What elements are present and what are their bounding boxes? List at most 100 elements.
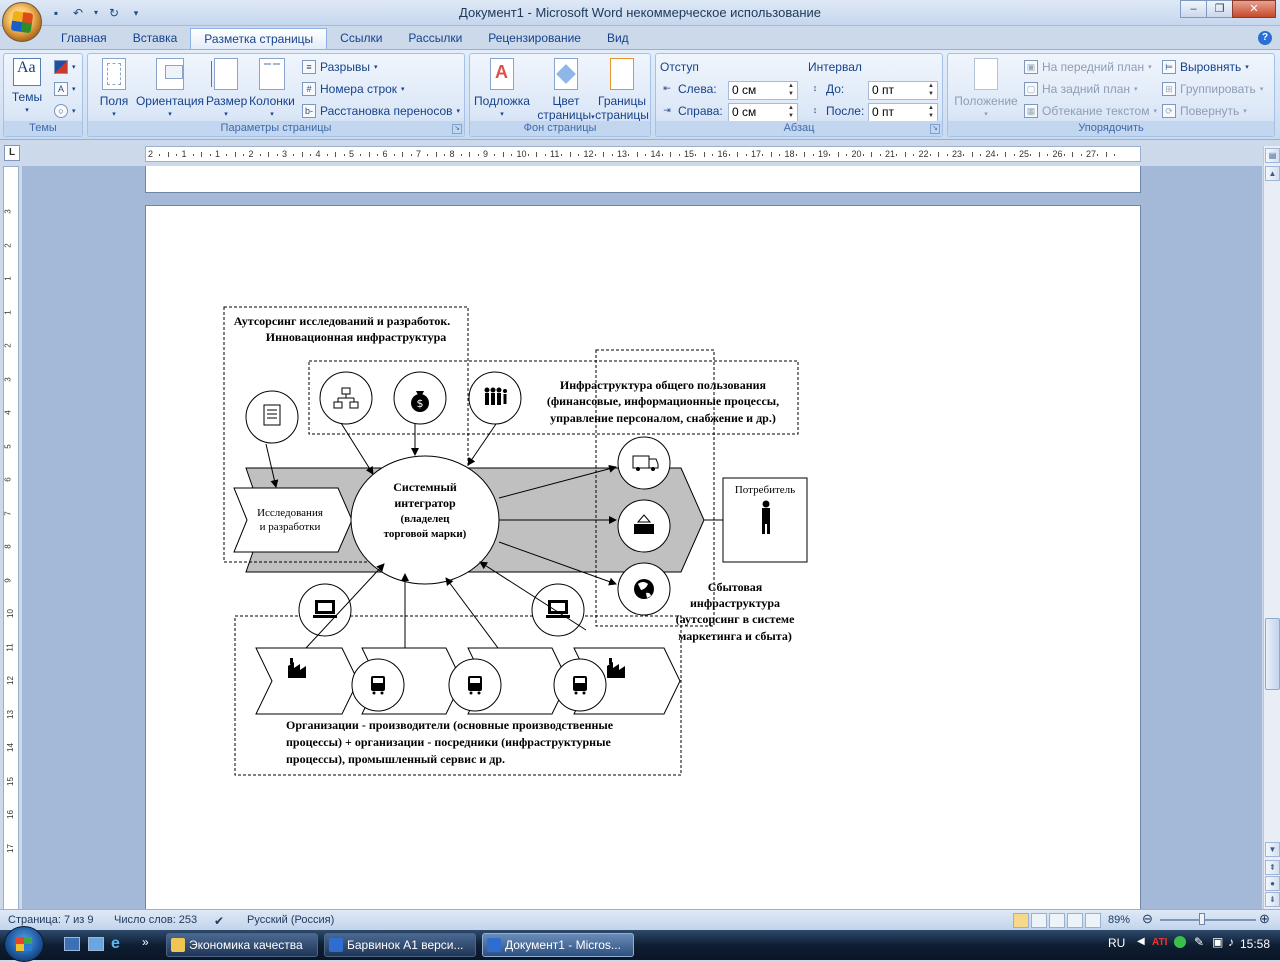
zoom-in-icon[interactable]: ⊕ — [1259, 911, 1270, 927]
tab-selector-button[interactable]: L — [4, 145, 20, 161]
browse-object-icon[interactable]: ● — [1265, 876, 1280, 891]
spacing-before-input[interactable]: 0 пт ▲ ▼ — [868, 81, 938, 100]
left-indent-spinner-icon[interactable]: ▲ ▼ — [785, 82, 797, 99]
scroll-thumb[interactable] — [1265, 618, 1280, 690]
theme-colors-button[interactable]: ▾ — [54, 58, 76, 76]
breaks-button[interactable]: ≡ Разрывы ▾ — [302, 58, 377, 76]
task-barvinok[interactable]: Барвинок А1 верси... — [324, 933, 476, 957]
show-desktop-icon[interactable] — [64, 937, 80, 951]
volume-icon[interactable]: ♪ — [1228, 935, 1234, 949]
ruler-tick-mark — [913, 154, 915, 156]
language-indicator[interactable]: RU — [1108, 936, 1125, 950]
themes-button[interactable]: Aa Темы ▾ — [10, 58, 44, 118]
bring-front-icon: ▣ — [1024, 60, 1038, 74]
language-status[interactable]: Русский (Россия) — [247, 914, 334, 926]
word-count-status[interactable]: Число слов: 253 — [114, 914, 197, 926]
ruler-tick-mark — [795, 154, 797, 156]
tab-insert[interactable]: Вставка — [120, 28, 191, 49]
zoom-level[interactable]: 89% — [1108, 914, 1130, 926]
zoom-slider-thumb[interactable] — [1199, 913, 1205, 925]
close-button[interactable]: ✕ — [1232, 0, 1276, 18]
print-layout-view-icon[interactable] — [1013, 913, 1029, 928]
tab-references[interactable]: Ссылки — [327, 28, 395, 49]
right-indent-spinner-icon[interactable]: ▲ ▼ — [785, 104, 797, 121]
web-layout-view-icon[interactable] — [1049, 913, 1065, 928]
group-button[interactable]: ⊞ Группировать ▾ — [1162, 80, 1263, 98]
tab-home[interactable]: Главная — [48, 28, 120, 49]
zoom-slider[interactable] — [1160, 919, 1256, 921]
tab-mailings[interactable]: Рассылки — [395, 28, 475, 49]
start-button[interactable] — [4, 926, 44, 962]
help-icon[interactable]: ? — [1258, 31, 1272, 45]
spacing-after-spinner-icon[interactable]: ▲ ▼ — [925, 104, 937, 121]
scroll-down-icon[interactable]: ▼ — [1265, 842, 1280, 857]
restore-button[interactable]: ❐ — [1206, 0, 1233, 18]
spacing-before-spinner-icon[interactable]: ▲ ▼ — [925, 82, 937, 99]
network-icon[interactable]: ▣ — [1212, 935, 1223, 949]
ruler-tick-mark — [737, 152, 739, 157]
paragraph-launcher-icon[interactable]: ↘ — [930, 124, 940, 134]
minimize-button[interactable]: – — [1180, 0, 1207, 18]
position-button[interactable]: Положение ▾ — [950, 58, 1022, 122]
watermark-button[interactable]: A Подложка ▾ — [472, 58, 532, 122]
ati-icon[interactable]: ATI — [1152, 937, 1167, 948]
security-icon[interactable] — [1174, 936, 1186, 948]
page-setup-launcher-icon[interactable]: ↘ — [452, 124, 462, 134]
spacing-after-input[interactable]: 0 пт ▲ ▼ — [868, 103, 938, 122]
zoom-out-icon[interactable]: ⊖ — [1142, 911, 1153, 927]
page-count-status[interactable]: Страница: 7 из 9 — [8, 914, 94, 926]
spacing-before-row: ↕ До: — [808, 80, 845, 98]
ruler-tick-mark — [804, 152, 806, 157]
hyphenation-label: Расстановка переносов — [320, 104, 453, 118]
tray-app-icon[interactable]: ✎ — [1194, 935, 1204, 949]
size-button[interactable]: Размер ▾ — [206, 58, 247, 122]
text-wrap-button[interactable]: ▦ Обтекание текстом ▾ — [1024, 102, 1157, 120]
full-screen-view-icon[interactable] — [1031, 913, 1047, 928]
horizontal-ruler[interactable]: 2 1 1 2 3 4 5 6 7 8 9 10 11 12 13 14 15 16 17 18 19 20 21 22 23 2… — [145, 146, 1141, 162]
tab-review[interactable]: Рецензирование — [475, 28, 594, 49]
office-button[interactable] — [2, 2, 42, 42]
theme-effects-button[interactable]: ○ ▾ — [54, 102, 76, 120]
tab-page-layout[interactable]: Разметка страницы — [190, 28, 328, 49]
switch-windows-icon[interactable] — [88, 937, 104, 951]
line-numbers-label: Номера строк — [320, 82, 398, 96]
right-indent-input[interactable]: 0 см ▲ ▼ — [728, 103, 798, 122]
previous-page-icon[interactable]: ⇞ — [1265, 860, 1280, 875]
align-button[interactable]: ⊨ Выровнять ▾ — [1162, 58, 1249, 76]
vertical-ruler[interactable]: 3 2 1 1 2 3 4 5 6 7 8 9 10 11 12 13 14 15 16 17 — [3, 166, 19, 910]
margins-button[interactable]: Поля ▾ — [94, 58, 134, 122]
page-color-button[interactable]: Цвет страницы▾ — [536, 58, 596, 125]
document-page[interactable]: Аутсорсинг исследований и разработок. Ин… — [145, 205, 1141, 925]
send-back-button[interactable]: ▢ На задний план ▾ — [1024, 80, 1138, 98]
draft-view-icon[interactable] — [1085, 913, 1101, 928]
scroll-up-icon[interactable]: ▲ — [1265, 166, 1280, 181]
vertical-scrollbar[interactable]: ▤ ▲ ▼ ⇞ ● ⇟ — [1263, 146, 1280, 910]
task-economics-quality[interactable]: Экономика качества — [166, 933, 318, 957]
tab-view[interactable]: Вид — [594, 28, 642, 49]
theme-fonts-button[interactable]: A ▾ — [54, 80, 76, 98]
taskbar: e » Экономика качества Барвинок А1 верси… — [0, 926, 1280, 962]
task-label: Барвинок А1 верси... — [347, 938, 464, 952]
ruler-tick-mark — [678, 154, 680, 156]
bring-front-button[interactable]: ▣ На передний план ▾ — [1024, 58, 1152, 76]
task-document1[interactable]: Документ1 - Micros... — [482, 933, 634, 957]
spellcheck-icon[interactable]: ✔ — [214, 914, 224, 928]
rotate-button[interactable]: ⟳ Повернуть ▾ — [1162, 102, 1247, 120]
ruler-toggle-icon[interactable]: ▤ — [1265, 148, 1280, 163]
breaks-label: Разрывы — [320, 60, 370, 74]
hyphenation-button[interactable]: b- Расстановка переносов ▾ — [302, 102, 460, 120]
hyphenation-icon: b- — [302, 104, 316, 118]
paragraph-group-label: Абзац — [656, 121, 942, 136]
next-page-icon[interactable]: ⇟ — [1265, 892, 1280, 907]
line-numbers-button[interactable]: # Номера строк ▾ — [302, 80, 405, 98]
left-indent-input[interactable]: 0 см ▲ ▼ — [728, 81, 798, 100]
clock[interactable]: 15:58 — [1240, 937, 1276, 951]
columns-button[interactable]: Колонки ▾ — [248, 58, 296, 122]
quick-launch-more-icon[interactable]: » — [142, 935, 149, 949]
tray-expand-icon[interactable]: ◀ — [1137, 936, 1145, 947]
page-borders-button[interactable]: Границы страницы — [594, 58, 650, 122]
internet-explorer-icon[interactable]: e — [111, 935, 120, 953]
outline-view-icon[interactable] — [1067, 913, 1083, 928]
orientation-button[interactable]: Ориентация ▾ — [134, 58, 206, 122]
ruler-tick-label: 6 — [3, 477, 13, 482]
